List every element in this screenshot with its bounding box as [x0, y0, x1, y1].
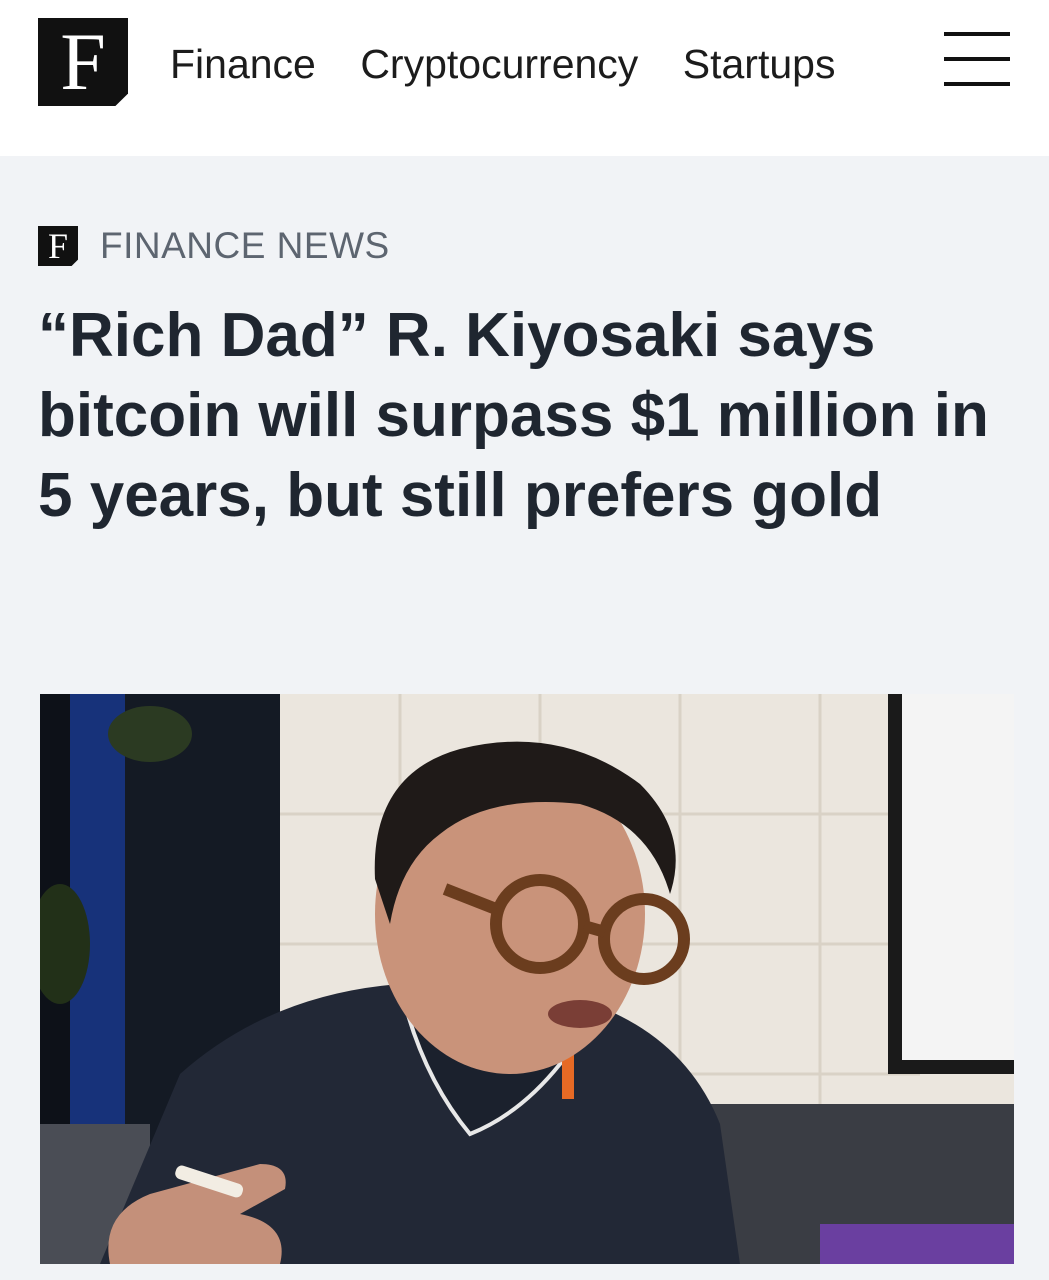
menu-line [944, 57, 1010, 61]
top-header: F Finance Cryptocurrency Startups [0, 0, 1049, 156]
menu-line [944, 82, 1010, 86]
article-headline: “Rich Dad” R. Kiyosaki says bitcoin will… [38, 301, 989, 530]
nav-item-finance[interactable]: Finance [170, 34, 316, 94]
article-photo[interactable] [40, 694, 1014, 1264]
section-logo-icon: F [38, 226, 78, 266]
article-section: F FINANCE NEWS [38, 225, 390, 267]
main-nav: Finance Cryptocurrency Startups [152, 34, 907, 94]
nav-item-startups[interactable]: Startups [683, 34, 836, 94]
hamburger-menu-icon[interactable] [944, 32, 1010, 86]
menu-line [944, 32, 1010, 36]
nav-overflow-fade [879, 34, 907, 94]
site-logo[interactable]: F [38, 18, 128, 106]
article-content: F FINANCE NEWS “Rich Dad” R. Kiyosaki sa… [0, 156, 1049, 1280]
nav-item-cryptocurrency[interactable]: Cryptocurrency [360, 34, 638, 94]
article-photo-illustration [40, 694, 1014, 1264]
section-label[interactable]: FINANCE NEWS [100, 225, 390, 267]
